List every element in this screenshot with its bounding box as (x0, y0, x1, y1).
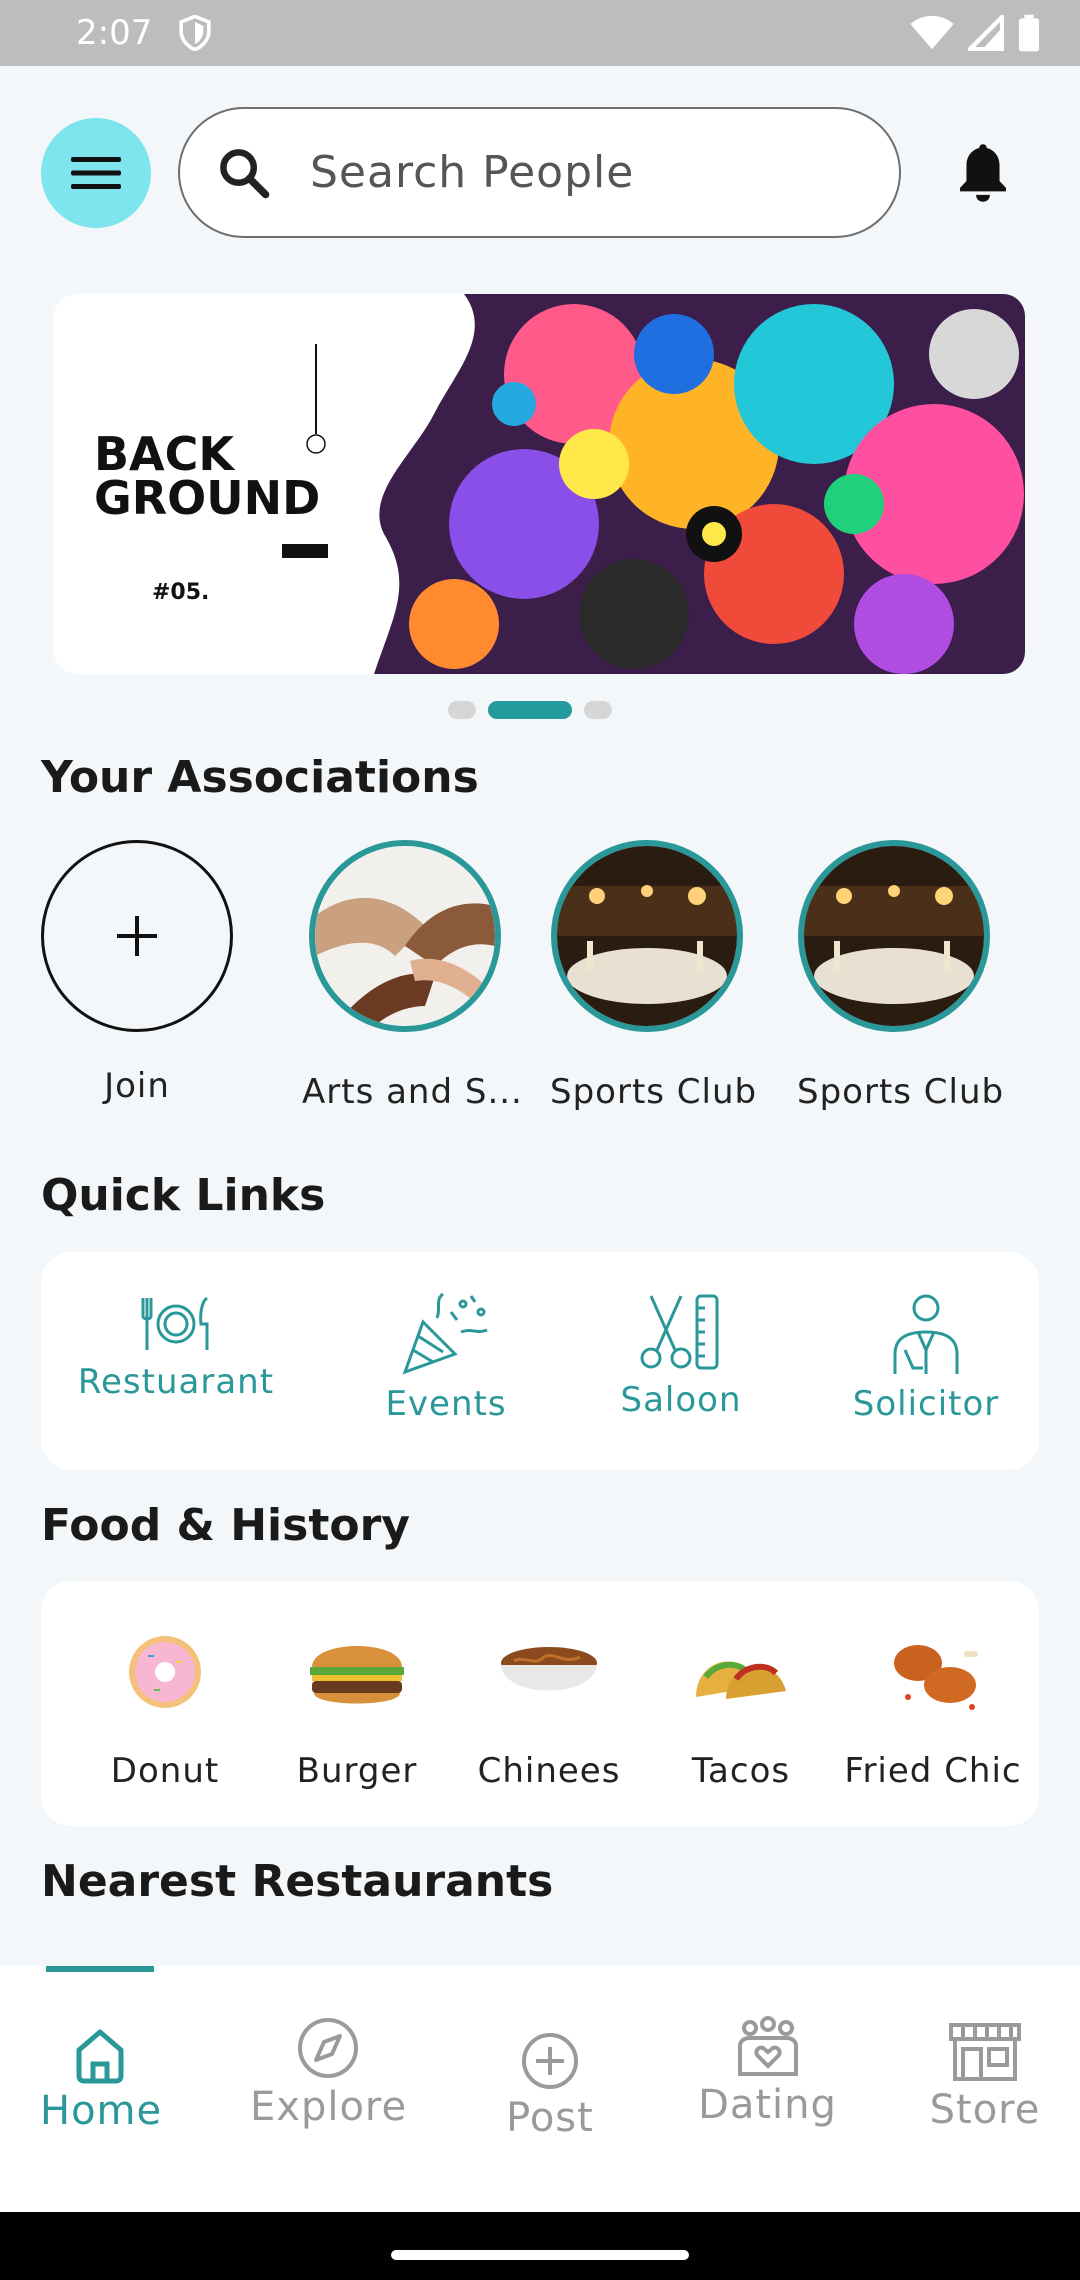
restaurant-image (556, 846, 737, 1026)
party-popper-icon (402, 1292, 488, 1375)
association-item[interactable]: Sports Club (783, 840, 1004, 1112)
quick-link-solicitor[interactable]: Solicitor (811, 1292, 1041, 1424)
donut-image (129, 1636, 201, 1708)
plus-icon (117, 916, 157, 956)
quick-link-label: Saloon (620, 1380, 742, 1420)
system-gesture-bar (0, 2212, 1080, 2280)
join-association-button[interactable]: Join (41, 840, 233, 1106)
food-item-burger[interactable]: Burger (257, 1627, 457, 1791)
nav-dating[interactable]: Dating (695, 2016, 840, 2128)
scissors-comb-icon (640, 1294, 719, 1370)
nav-active-indicator (46, 1966, 154, 1972)
nav-label: Post (506, 2095, 594, 2141)
association-label: Sports Club (797, 1072, 1005, 1112)
hamburger-icon (71, 157, 121, 189)
association-avatar (550, 840, 743, 1032)
quick-links-card: Restuarant Events Saloon Solicitor (41, 1252, 1039, 1470)
nav-home[interactable]: Home (40, 2026, 163, 2134)
quick-links-title: Quick Links (41, 1170, 326, 1221)
nav-label: Dating (698, 2082, 837, 2128)
wifi-icon (910, 15, 954, 50)
promo-banner[interactable]: BACK GROUND #05. (54, 294, 1025, 674)
hands-image (315, 846, 496, 1026)
nav-label: Explore (250, 2084, 408, 2130)
food-item-chinees[interactable]: Chinees (449, 1627, 649, 1791)
shield-icon (179, 15, 212, 51)
nav-label: Store (929, 2087, 1041, 2133)
nav-explore[interactable]: Explore (250, 2016, 408, 2130)
noodles-image (501, 1647, 597, 1691)
quick-link-saloon[interactable]: Saloon (566, 1292, 796, 1420)
carousel-indicator (448, 701, 612, 719)
search-bar[interactable] (178, 107, 901, 238)
carousel-dot-active[interactable] (488, 701, 572, 719)
food-history-title: Food & History (41, 1500, 410, 1551)
search-input[interactable] (310, 147, 830, 198)
search-icon (220, 148, 270, 198)
food-item-tacos[interactable]: Tacos (641, 1627, 841, 1791)
banner-code: #05. (152, 580, 210, 605)
dating-icon (737, 2016, 798, 2076)
status-time: 2:07 (76, 13, 153, 53)
association-avatar (309, 840, 502, 1032)
lawyer-icon (893, 1294, 959, 1374)
food-label: Burger (296, 1751, 418, 1791)
association-label: Arts and S... (302, 1072, 523, 1112)
status-bar: 2:07 (0, 0, 1080, 66)
compass-icon (297, 2018, 358, 2078)
association-avatar (797, 840, 990, 1032)
home-icon (76, 2029, 124, 2084)
quick-link-label: Solicitor (852, 1384, 1000, 1424)
carousel-dot[interactable] (584, 701, 612, 719)
restaurant-image (803, 846, 984, 1026)
join-circle (41, 840, 233, 1032)
battery-icon (1018, 14, 1040, 52)
food-label: Donut (110, 1751, 220, 1791)
association-item[interactable]: Sports Club (536, 840, 757, 1112)
notification-bell-icon[interactable] (955, 142, 1011, 204)
signal-icon (968, 15, 1004, 51)
food-label: Tacos (691, 1751, 791, 1791)
quick-link-restaurant[interactable]: Restuarant (61, 1292, 291, 1402)
bottom-navigation: Home Explore Post Dating Store (0, 1966, 1080, 2212)
fork-plate-knife-icon (141, 1296, 209, 1350)
associations-title: Your Associations (41, 752, 479, 803)
menu-button[interactable] (41, 118, 151, 228)
home-gesture-handle[interactable] (391, 2250, 689, 2260)
food-label: Fried Chic (844, 1751, 1022, 1791)
food-item-donut[interactable]: Donut (65, 1627, 265, 1791)
quick-link-label: Restuarant (77, 1362, 275, 1402)
nav-label: Home (40, 2088, 163, 2134)
nearest-restaurants-title: Nearest Restaurants (41, 1856, 554, 1907)
association-label: Join (104, 1066, 170, 1106)
quick-link-label: Events (385, 1384, 507, 1424)
fried-chicken-image (894, 1645, 978, 1710)
food-label: Chinees (477, 1751, 621, 1791)
plus-circle-icon (522, 2033, 578, 2089)
food-card: Donut Burger Chinees Tacos Fried Chic (41, 1581, 1039, 1826)
store-icon (949, 2023, 1021, 2081)
carousel-dot[interactable] (448, 701, 476, 719)
nav-store[interactable]: Store (925, 2021, 1045, 2133)
association-item[interactable]: Arts and S... (288, 840, 523, 1112)
association-label: Sports Club (550, 1072, 758, 1112)
nav-post[interactable]: Post (490, 2031, 610, 2141)
tacos-image (696, 1661, 786, 1699)
burger-image (310, 1646, 404, 1704)
food-item-fried-chicken[interactable]: Fried Chic (833, 1627, 1033, 1791)
banner-title: BACK GROUND (94, 427, 321, 525)
quick-link-events[interactable]: Events (331, 1292, 561, 1424)
